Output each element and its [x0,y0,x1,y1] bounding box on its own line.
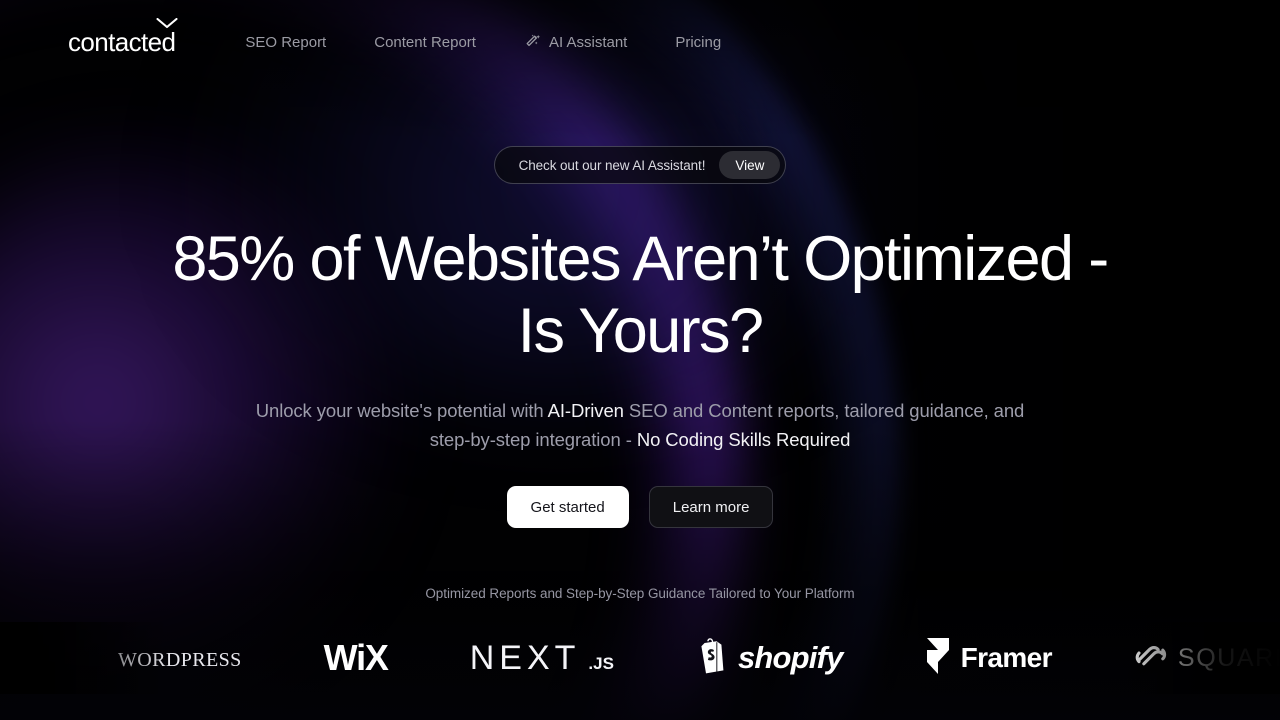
nav-links: SEO Report Content Report AI Assistant P… [221,28,745,57]
subhead-part-plain: Unlock your website's potential with [255,399,548,421]
hero-headline: 85% of Websites Aren’t Optimized - Is Yo… [172,224,1109,367]
hero-subheadline: Unlock your website's potential with AI-… [250,396,1030,454]
hero-section: Check out our new AI Assistant! View 85%… [0,0,1280,720]
cta-row: Get started Learn more [506,486,774,529]
subhead-part-emphasis-ai-driven: AI-Driven [547,399,624,421]
nav-item-content-report[interactable]: Content Report [350,28,500,57]
nav-item-label: Content Report [374,33,476,51]
nav-item-label: Pricing [675,33,722,51]
nav-item-label: AI Assistant [548,33,628,51]
brand-logo[interactable]: contacted [68,17,178,58]
nav-item-seo-report[interactable]: SEO Report [221,28,350,57]
subhead-part-emphasis-no-coding: No Coding Skills Required [636,429,851,451]
landing-page: contacted SEO Report Content Report AI A… [0,0,1280,720]
get-started-button[interactable]: Get started [506,486,629,529]
nav-item-pricing[interactable]: Pricing [651,28,745,57]
magic-wand-icon [524,34,541,51]
chevron-smile-icon [156,17,178,29]
learn-more-button[interactable]: Learn more [648,486,774,529]
announcement-view-button[interactable]: View [719,151,781,179]
platforms-caption: Optimized Reports and Step-by-Step Guida… [425,586,855,602]
nav-item-ai-assistant[interactable]: AI Assistant [500,28,651,57]
announcement-text: Check out our new AI Assistant! [518,157,706,173]
top-navigation: contacted SEO Report Content Report AI A… [0,0,1280,84]
nav-item-label: SEO Report [245,33,327,51]
announcement-banner[interactable]: Check out our new AI Assistant! View [493,146,787,184]
brand-logo-text: contacted [68,26,176,57]
